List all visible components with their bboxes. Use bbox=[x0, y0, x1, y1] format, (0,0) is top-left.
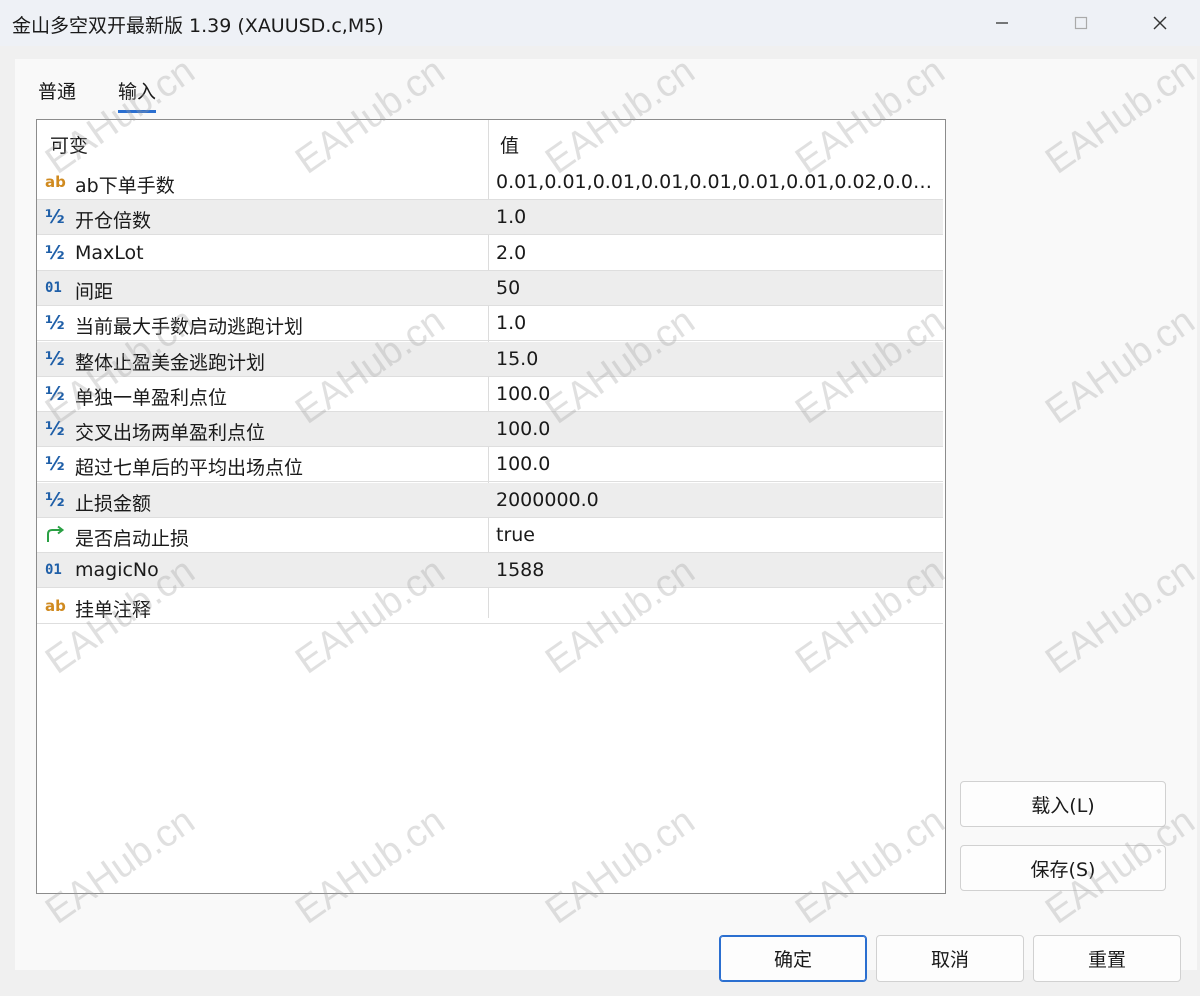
maximize-button[interactable] bbox=[1051, 0, 1111, 46]
double-type-icon: ½ bbox=[45, 241, 65, 264]
param-value[interactable]: 100.0 bbox=[496, 383, 936, 405]
param-value[interactable]: 1.0 bbox=[496, 312, 936, 334]
param-value[interactable]: 15.0 bbox=[496, 348, 936, 370]
param-name: 交叉出场两单盈利点位 bbox=[75, 422, 266, 445]
table-row[interactable]: ½ 交叉出场两单盈利点位 100.0 bbox=[37, 412, 943, 448]
reset-button[interactable]: 重置 bbox=[1033, 935, 1181, 982]
param-value[interactable]: 100.0 bbox=[496, 453, 936, 475]
table-row[interactable]: ½ 单独一单盈利点位 100.0 bbox=[37, 377, 943, 412]
grid-header: 可变 值 bbox=[37, 120, 945, 165]
string-type-icon: ab bbox=[45, 173, 66, 191]
integer-type-icon: 01 bbox=[45, 562, 62, 579]
param-value[interactable]: 100.0 bbox=[496, 418, 936, 440]
param-name: MaxLot bbox=[75, 241, 144, 264]
param-value[interactable]: true bbox=[496, 524, 936, 546]
param-name: 单独一单盈利点位 bbox=[75, 386, 228, 409]
table-row[interactable]: ½ 止损金额 2000000.0 bbox=[37, 482, 943, 518]
param-name: 止损金额 bbox=[75, 492, 152, 515]
close-icon bbox=[1153, 16, 1167, 30]
integer-type-icon: 01 bbox=[45, 279, 62, 296]
tab-general[interactable]: 普通 bbox=[38, 77, 76, 104]
window-title: 金山多空双开最新版 1.39 (XAUUSD.c,M5) bbox=[12, 15, 384, 37]
table-row[interactable]: 01 magicNo 1588 bbox=[37, 553, 943, 589]
header-value[interactable]: 值 bbox=[500, 131, 519, 158]
param-value[interactable]: 2.0 bbox=[496, 242, 936, 264]
inputs-grid: 可变 值 ab ab下单手数 0.01,0.01,0.01,0.01,0.01,0.… bbox=[36, 119, 946, 894]
close-button[interactable] bbox=[1130, 0, 1190, 46]
table-row[interactable]: 是否启动止损 true bbox=[37, 518, 943, 553]
maximize-icon bbox=[1074, 16, 1088, 30]
param-value[interactable]: 1588 bbox=[496, 559, 936, 581]
table-row[interactable]: ½ 整体止盈美金逃跑计划 15.0 bbox=[37, 341, 943, 377]
param-name: ab下单手数 bbox=[75, 175, 175, 197]
header-variable[interactable]: 可变 bbox=[50, 131, 88, 158]
table-row[interactable]: ½ 开仓倍数 1.0 bbox=[37, 200, 943, 236]
param-name: 是否启动止损 bbox=[75, 528, 190, 550]
param-name: 整体止盈美金逃跑计划 bbox=[75, 351, 266, 374]
minimize-icon bbox=[996, 22, 1008, 24]
param-value[interactable]: 50 bbox=[496, 277, 936, 299]
param-value[interactable]: 2000000.0 bbox=[496, 489, 936, 511]
minimize-button[interactable] bbox=[972, 0, 1032, 46]
param-name: 间距 bbox=[75, 280, 114, 303]
tab-panel: 普通 输入 可变 值 ab ab下单手数 0.01,0.01,0.01,0.01,0… bbox=[15, 59, 1197, 970]
boolean-type-icon bbox=[45, 524, 69, 546]
param-value[interactable]: 1.0 bbox=[496, 206, 936, 228]
load-button[interactable]: 载入(L) bbox=[960, 781, 1166, 827]
double-type-icon: ½ bbox=[45, 488, 65, 511]
table-row[interactable]: ½ MaxLot 2.0 bbox=[37, 236, 943, 271]
param-name: 超过七单后的平均出场点位 bbox=[75, 457, 304, 480]
double-type-icon: ½ bbox=[45, 347, 65, 370]
table-row[interactable]: 01 间距 50 bbox=[37, 270, 943, 306]
table-row[interactable]: ab 挂单注释 bbox=[37, 589, 943, 624]
cancel-button[interactable]: 取消 bbox=[876, 935, 1024, 982]
param-value[interactable]: 0.01,0.01,0.01,0.01,0.01,0.01,0.01,0.02,… bbox=[496, 171, 936, 193]
string-type-icon: ab bbox=[45, 596, 66, 615]
dialog-client: 普通 输入 可变 值 ab ab下单手数 0.01,0.01,0.01,0.01,0… bbox=[0, 46, 1200, 996]
double-type-icon: ½ bbox=[45, 206, 65, 229]
table-row[interactable]: ½ 超过七单后的平均出场点位 100.0 bbox=[37, 447, 943, 483]
save-button[interactable]: 保存(S) bbox=[960, 845, 1166, 891]
title-bar: 金山多空双开最新版 1.39 (XAUUSD.c,M5) bbox=[0, 0, 1200, 46]
param-name: magicNo bbox=[75, 559, 159, 582]
double-type-icon: ½ bbox=[45, 418, 65, 441]
param-name: 开仓倍数 bbox=[75, 210, 152, 233]
double-type-icon: ½ bbox=[45, 453, 65, 476]
tab-inputs[interactable]: 输入 bbox=[118, 77, 157, 113]
table-row[interactable]: ab ab下单手数 0.01,0.01,0.01,0.01,0.01,0.01,0.… bbox=[37, 165, 943, 200]
double-type-icon: ½ bbox=[45, 382, 65, 405]
double-type-icon: ½ bbox=[45, 312, 65, 335]
param-name: 挂单注释 bbox=[75, 598, 152, 621]
ok-button[interactable]: 确定 bbox=[719, 935, 867, 982]
table-row[interactable]: ½ 当前最大手数启动逃跑计划 1.0 bbox=[37, 306, 943, 342]
param-name: 当前最大手数启动逃跑计划 bbox=[75, 316, 304, 339]
